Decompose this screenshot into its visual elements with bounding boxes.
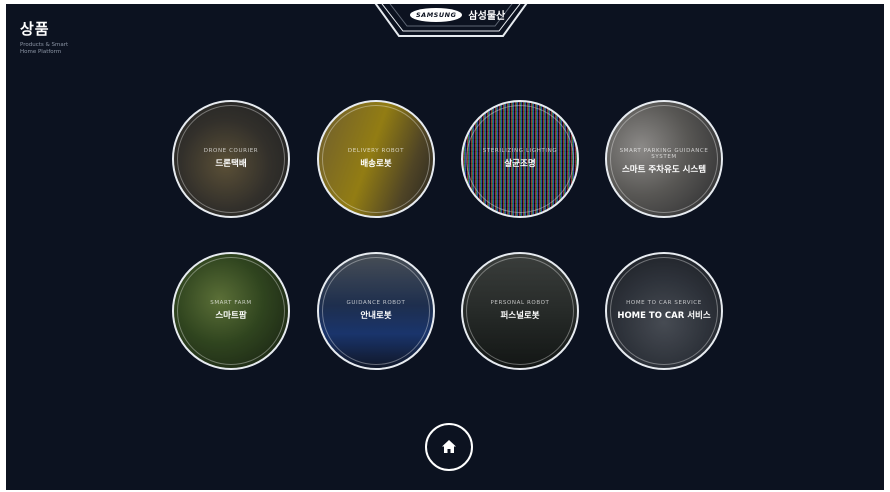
brand-logo: SAMSUNG 삼성물산 [410,7,505,22]
product-text: DRONE COURIER 드론택배 [174,148,288,169]
product-label: 배송로봇 [360,159,392,169]
product-text: HOME TO CAR SERVICE HOME TO CAR 서비스 [607,300,721,321]
product-label: 살균조명 [504,159,536,169]
home-icon [442,440,456,453]
product-text: PERSONAL ROBOT 퍼스널로봇 [463,300,577,321]
product-subtitle: STERILIZING LIGHTING [482,148,558,154]
product-label: 스마트 주차유도 시스템 [621,165,707,175]
product-text: SMART FARM 스마트팜 [174,300,288,321]
product-guidance-robot[interactable]: GUIDANCE ROBOT 안내로봇 [317,252,435,370]
product-text: GUIDANCE ROBOT 안내로봇 [319,300,433,321]
page-title: 상품 [20,20,50,38]
product-smart-parking[interactable]: SMART PARKING GUIDANCE SYSTEM 스마트 주차유도 시… [605,100,723,218]
product-subtitle: DELIVERY ROBOT [347,148,405,154]
brand-tab: SAMSUNG 삼성물산 [373,4,529,44]
product-subtitle: SMART PARKING GUIDANCE SYSTEM [619,148,709,160]
product-text: STERILIZING LIGHTING 살균조명 [463,148,577,169]
app-screen: 상품 Products & Smart Home Platform SAMSUN… [6,4,884,490]
product-label: 퍼스널로봇 [500,311,540,321]
title-block: 상품 Products & Smart Home Platform [20,18,80,56]
product-subtitle: SMART FARM [210,300,252,306]
product-text: DELIVERY ROBOT 배송로봇 [319,148,433,169]
product-subtitle: DRONE COURIER [203,148,259,154]
product-subtitle: PERSONAL ROBOT [490,300,550,306]
product-home-to-car[interactable]: HOME TO CAR SERVICE HOME TO CAR 서비스 [605,252,723,370]
page-subtitle: Products & Smart Home Platform [20,42,69,55]
product-smart-farm[interactable]: SMART FARM 스마트팜 [172,252,290,370]
product-subtitle: GUIDANCE ROBOT [346,300,406,306]
product-label: HOME TO CAR 서비스 [617,311,711,321]
product-personal-robot[interactable]: PERSONAL ROBOT 퍼스널로봇 [461,252,579,370]
product-label: 안내로봇 [360,311,392,321]
product-subtitle: HOME TO CAR SERVICE [626,300,702,306]
product-drone-courier[interactable]: DRONE COURIER 드론택배 [172,100,290,218]
product-text: SMART PARKING GUIDANCE SYSTEM 스마트 주차유도 시… [607,148,721,175]
samsung-logo: SAMSUNG [410,7,463,22]
brand-name: 삼성물산 [468,11,506,22]
product-sterilizing-lighting[interactable]: STERILIZING LIGHTING 살균조명 [461,100,579,218]
home-button[interactable] [425,423,473,471]
product-label: 스마트팜 [215,311,247,321]
product-label: 드론택배 [215,159,247,169]
product-delivery-robot[interactable]: DELIVERY ROBOT 배송로봇 [317,100,435,218]
